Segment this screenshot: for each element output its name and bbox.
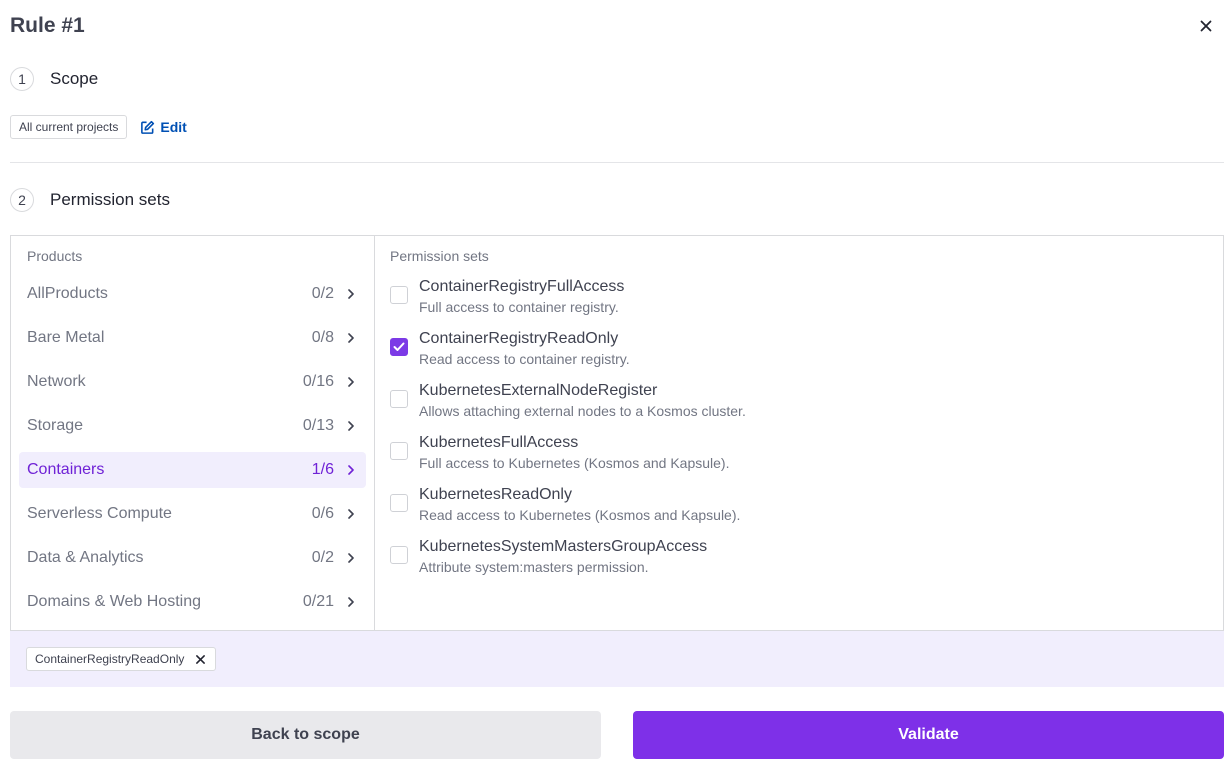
product-count: 0/16: [302, 373, 334, 390]
chevron-right-icon: [344, 553, 358, 563]
product-item[interactable]: AllProducts 0/2: [19, 276, 366, 312]
permission-checkbox[interactable]: [390, 442, 408, 460]
permission-sets-header: Permission sets: [390, 248, 489, 264]
product-name: AllProducts: [27, 285, 108, 302]
product-count: 0/8: [311, 329, 334, 346]
permission-text: ContainerRegistryReadOnly Read access to …: [419, 328, 630, 369]
product-count: 0/13: [302, 417, 334, 434]
permission-panel: Products AllProducts 0/2 Bare Metal 0/8 Netw…: [10, 235, 1224, 631]
edit-icon: [141, 120, 155, 134]
permission-description: Read access to container registry.: [419, 351, 630, 367]
product-item[interactable]: Data & Analytics 0/2: [19, 540, 366, 576]
step-number: 1: [10, 67, 34, 91]
scope-row: All current projects Edit: [10, 115, 187, 139]
product-count: 0/2: [311, 285, 334, 302]
permission-description: Full access to container registry.: [419, 299, 619, 315]
step-label: Permission sets: [50, 190, 170, 209]
chip-label: ContainerRegistryReadOnly: [35, 652, 185, 666]
chevron-right-icon: [344, 377, 358, 387]
chip-list: ContainerRegistryReadOnly: [26, 647, 217, 671]
permission-text: ContainerRegistryFullAccess Full access t…: [419, 276, 624, 317]
step-label: Scope: [50, 69, 99, 88]
permission-name: KubernetesSystemMastersGroupAccess: [419, 538, 708, 555]
permission-description: Attribute system:masters permission.: [419, 559, 649, 575]
permission-checkbox[interactable]: [390, 494, 408, 512]
permission-name: ContainerRegistryFullAccess: [419, 278, 625, 295]
scope-tag: All current projects: [10, 115, 128, 139]
product-count: 1/6: [311, 461, 334, 478]
product-name: Network: [27, 373, 86, 390]
permission-name: KubernetesFullAccess: [419, 434, 579, 451]
permission-set-item: KubernetesFullAccess Full access to Kuber…: [390, 432, 1211, 484]
chevron-right-icon: [344, 289, 358, 299]
permission-name: ContainerRegistryReadOnly: [419, 330, 619, 347]
step-number: 2: [10, 188, 34, 212]
edit-label: Edit: [160, 119, 187, 135]
back-to-scope-button[interactable]: Back to scope: [10, 711, 601, 759]
product-item[interactable]: Bare Metal 0/8: [19, 320, 366, 356]
chevron-right-icon: [344, 465, 358, 475]
permission-checkbox[interactable]: [390, 546, 408, 564]
step-scope: 1 Scope: [10, 67, 98, 91]
close-icon[interactable]: [1196, 16, 1216, 36]
products-header: Products: [27, 248, 83, 264]
product-item[interactable]: Domains & Web Hosting 0/21: [19, 584, 366, 620]
permission-description: Allows attaching external nodes to a Kos…: [419, 403, 746, 419]
permission-text: KubernetesReadOnly Read access to Kuberne…: [419, 484, 740, 525]
permission-set-item: KubernetesSystemMastersGroupAccess Attrib…: [390, 536, 1211, 588]
divider: [10, 162, 1224, 163]
permission-description: Read access to Kubernetes (Kosmos and Ka…: [419, 507, 741, 523]
product-count: 0/21: [302, 593, 334, 610]
permission-checkbox[interactable]: [390, 338, 408, 356]
chevron-right-icon: [344, 421, 358, 431]
selected-permission-chip: ContainerRegistryReadOnly: [26, 647, 217, 671]
permission-checkbox[interactable]: [390, 286, 408, 304]
product-count: 0/2: [311, 549, 334, 566]
chevron-right-icon: [344, 597, 358, 607]
selected-permissions-bar: ContainerRegistryReadOnly: [10, 631, 1224, 687]
product-name: Containers: [27, 461, 105, 478]
products-column: Products AllProducts 0/2 Bare Metal 0/8 Netw…: [11, 236, 375, 630]
product-item[interactable]: Serverless Compute 0/6: [19, 496, 366, 532]
remove-chip-icon[interactable]: [196, 654, 206, 664]
product-name: Bare Metal: [27, 329, 105, 346]
validate-button[interactable]: Validate: [633, 711, 1224, 759]
edit-scope-link[interactable]: Edit: [140, 119, 187, 135]
chevron-right-icon: [344, 509, 358, 519]
product-name: Storage: [27, 417, 84, 434]
permission-name: KubernetesExternalNodeRegister: [419, 382, 658, 399]
permission-text: KubernetesExternalNodeRegister Allows att…: [419, 380, 746, 421]
permission-checkbox[interactable]: [390, 390, 408, 408]
permission-set-item: KubernetesReadOnly Read access to Kuberne…: [390, 484, 1211, 536]
product-item[interactable]: Storage 0/13: [19, 408, 366, 444]
permission-set-item: KubernetesExternalNodeRegister Allows att…: [390, 380, 1211, 432]
product-name: Domains & Web Hosting: [27, 593, 201, 610]
product-count: 0/6: [311, 505, 334, 522]
chevron-right-icon: [344, 333, 358, 343]
product-item[interactable]: Network 0/16: [19, 364, 366, 400]
permission-set-list: ContainerRegistryFullAccess Full access t…: [390, 276, 1211, 588]
product-list: AllProducts 0/2 Bare Metal 0/8 Network 0/16 St…: [19, 276, 366, 620]
permission-name: KubernetesReadOnly: [419, 486, 572, 503]
product-name: Serverless Compute: [27, 505, 172, 522]
check-icon: [393, 342, 405, 351]
product-item[interactable]: Containers 1/6: [19, 452, 366, 488]
step-permission-sets: 2 Permission sets: [10, 188, 170, 212]
permission-sets-column: Permission sets ContainerRegistryFullAcc…: [375, 236, 1223, 630]
permission-set-item: ContainerRegistryFullAccess Full access t…: [390, 276, 1211, 328]
permission-text: KubernetesSystemMastersGroupAccess Attrib…: [419, 536, 707, 577]
permission-text: KubernetesFullAccess Full access to Kuber…: [419, 432, 730, 473]
permission-description: Full access to Kubernetes (Kosmos and Ka…: [419, 455, 730, 471]
permission-set-item: ContainerRegistryReadOnly Read access to …: [390, 328, 1211, 380]
dialog-title: Rule #1: [10, 14, 85, 37]
product-name: Data & Analytics: [27, 549, 144, 566]
